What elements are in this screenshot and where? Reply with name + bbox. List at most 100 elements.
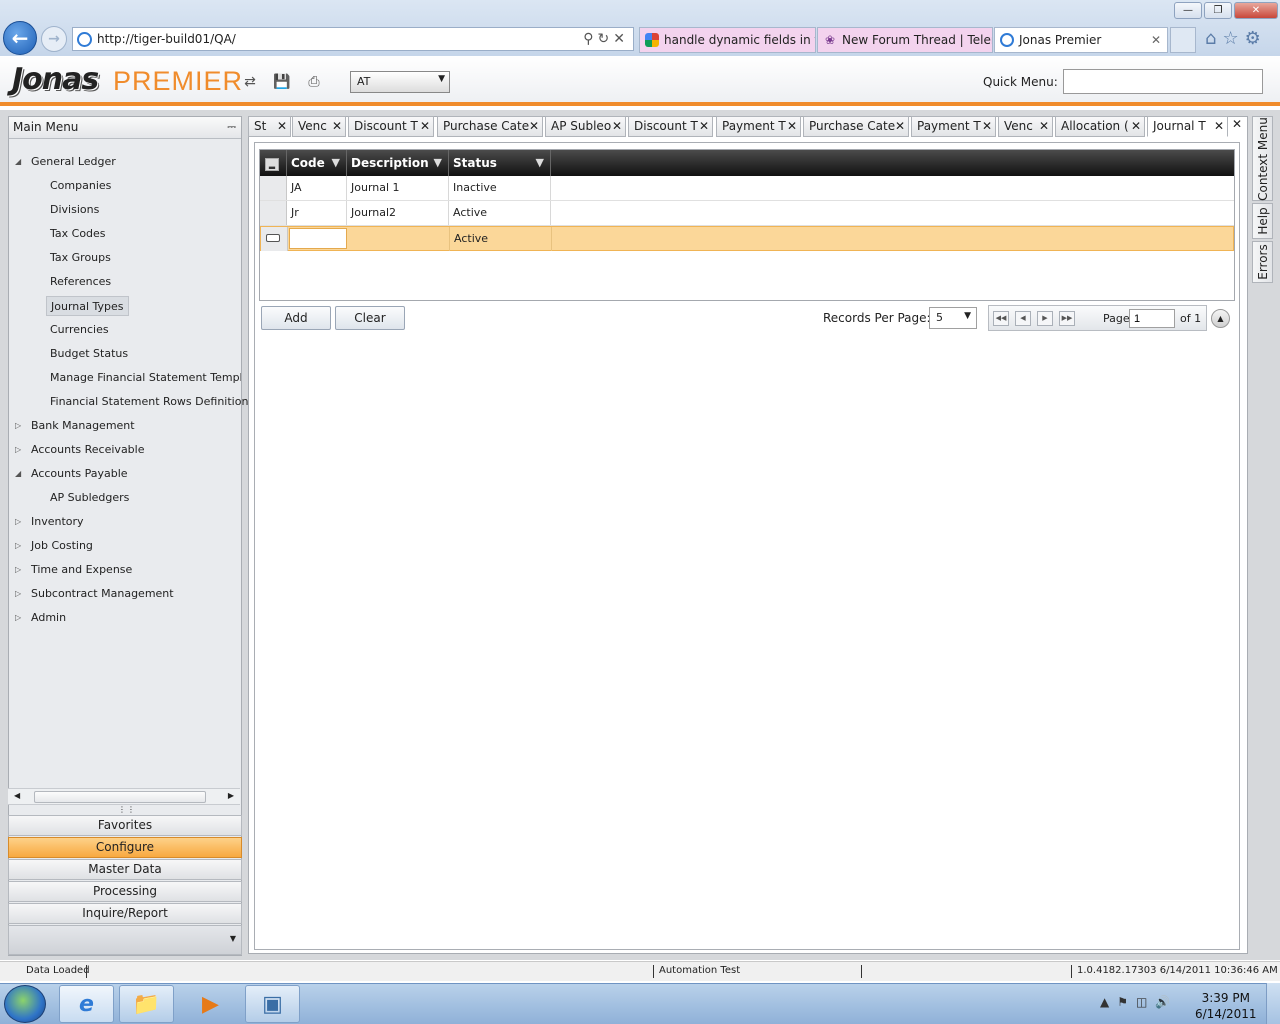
scroll-right-icon[interactable]: ▶	[228, 791, 234, 800]
content-tab-journal-types[interactable]: Journal T ✕	[1147, 116, 1228, 137]
grid-header-selector[interactable]: ▂	[260, 150, 287, 176]
cell-status[interactable]: Active	[449, 201, 551, 225]
column-header-status[interactable]: Status ▼	[449, 150, 551, 176]
splitter-grip-icon[interactable]: ⋮⋮	[118, 805, 136, 814]
home-icon[interactable]: ⌂	[1205, 28, 1222, 49]
expand-triangle-icon[interactable]: ▷	[15, 560, 21, 580]
tree-item-time-and-expense[interactable]: ▷ Time and Expense	[15, 560, 132, 580]
tree-item-accounts-payable[interactable]: ◢ Accounts Payable	[15, 464, 128, 484]
taskbar-explorer[interactable]: 📁	[119, 985, 174, 1023]
content-tab-9[interactable]: Payment T ✕	[911, 116, 996, 137]
restore-button[interactable]: ❐	[1204, 2, 1232, 19]
tree-item-references[interactable]: References	[46, 272, 115, 292]
menu-horizontal-scrollbar[interactable]: ◀ ▶	[8, 788, 240, 805]
refresh-icon[interactable]: ↻	[598, 31, 614, 47]
expand-triangle-icon[interactable]: ▷	[15, 512, 21, 532]
start-button[interactable]	[4, 985, 46, 1023]
nav-section-configure[interactable]: Configure	[8, 837, 242, 858]
add-button[interactable]: Add	[261, 306, 331, 330]
side-tab-context-menu[interactable]: Context Menu	[1252, 116, 1273, 201]
browser-tab-1[interactable]: handle dynamic fields in t...	[639, 27, 816, 53]
cell-description[interactable]: Journal2	[347, 201, 449, 225]
action-center-icon[interactable]: ⚑	[1117, 995, 1136, 1009]
company-select[interactable]: AT ▼	[350, 71, 450, 93]
expand-triangle-icon[interactable]: ▷	[15, 416, 21, 436]
tree-item-inventory[interactable]: ▷ Inventory	[15, 512, 84, 532]
cell-status[interactable]: Inactive	[449, 176, 551, 200]
close-all-tabs-icon[interactable]: ✕	[1232, 117, 1242, 131]
first-page-icon[interactable]: ◀◀	[993, 311, 1009, 326]
filter-icon[interactable]: ▼	[434, 150, 442, 176]
close-icon[interactable]: ✕	[420, 117, 430, 136]
tree-item-accounts-receivable[interactable]: ▷ Accounts Receivable	[15, 440, 145, 460]
scrollbar-thumb[interactable]	[34, 791, 206, 803]
expand-triangle-icon[interactable]: ▷	[15, 584, 21, 604]
nav-overflow-bar[interactable]: ▼	[8, 925, 242, 955]
forward-button[interactable]: →	[41, 26, 67, 52]
next-page-icon[interactable]: ▶	[1037, 311, 1053, 326]
expand-triangle-icon[interactable]: ▷	[15, 440, 21, 460]
row-selector[interactable]	[260, 201, 287, 225]
nav-section-inquire-report[interactable]: Inquire/Report	[8, 903, 242, 924]
tree-item-tax-codes[interactable]: Tax Codes	[46, 224, 110, 244]
tree-item-subcontract-management[interactable]: ▷ Subcontract Management	[15, 584, 174, 604]
last-page-icon[interactable]: ▶▶	[1059, 311, 1075, 326]
content-tab-2[interactable]: Venc ✕	[292, 116, 346, 137]
collapse-triangle-icon[interactable]: ◢	[15, 464, 21, 484]
side-tab-help[interactable]: Help	[1252, 203, 1273, 239]
cell-description[interactable]: Journal 1	[347, 176, 449, 200]
records-per-page-select[interactable]: 5 ▼	[929, 307, 977, 329]
search-icon[interactable]: ⚲	[583, 31, 597, 47]
new-code-input[interactable]	[289, 228, 347, 249]
content-tab-4[interactable]: Purchase Cate ✕	[437, 116, 543, 137]
page-number-input[interactable]	[1129, 309, 1175, 328]
nav-section-favorites[interactable]: Favorites	[8, 815, 242, 836]
gear-icon[interactable]: ⚙	[1245, 28, 1267, 49]
volume-icon[interactable]: 🔊	[1155, 995, 1178, 1009]
taskbar-clock[interactable]: 3:39 PM 6/14/2011	[1195, 990, 1257, 1022]
table-row[interactable]: JA Journal 1 Inactive	[260, 176, 1234, 201]
show-desktop-button[interactable]	[1266, 983, 1280, 1024]
filter-icon[interactable]: ▼	[536, 150, 544, 176]
tray-expand-icon[interactable]: ▲	[1100, 995, 1117, 1009]
content-tab-8[interactable]: Purchase Cate ✕	[803, 116, 909, 137]
prev-page-icon[interactable]: ◀	[1015, 311, 1031, 326]
expand-triangle-icon[interactable]: ▷	[15, 608, 21, 628]
collapse-triangle-icon[interactable]: ◢	[15, 152, 21, 172]
print-icon[interactable]: ⎙	[305, 74, 323, 92]
taskbar-screenshot[interactable]: ▣	[245, 985, 300, 1023]
address-bar[interactable]: http://tiger-build01/QA/ ⚲↻✕	[72, 27, 634, 51]
tree-item-bank-management[interactable]: ▷ Bank Management	[15, 416, 135, 436]
address-tools[interactable]: ⚲↻✕	[583, 31, 629, 47]
tree-item-job-costing[interactable]: ▷ Job Costing	[15, 536, 93, 556]
nav-section-master-data[interactable]: Master Data	[8, 859, 242, 880]
refresh-icon[interactable]: ⇄	[241, 74, 259, 92]
content-tab-5[interactable]: AP Subleο ✕	[545, 116, 626, 137]
tree-item-tax-groups[interactable]: Tax Groups	[46, 248, 115, 268]
browser-tab-active[interactable]: Jonas Premier ✕	[994, 27, 1168, 53]
network-icon[interactable]: ◫	[1136, 995, 1155, 1009]
scroll-left-icon[interactable]: ◀	[14, 791, 20, 800]
tree-item-ap-subledgers[interactable]: AP Subledgers	[46, 488, 133, 508]
column-header-description[interactable]: Description ▼	[347, 150, 449, 176]
pin-icon[interactable]: ⎓	[227, 120, 236, 134]
clear-button[interactable]: Clear	[335, 306, 405, 330]
tree-item-manage-fs-template[interactable]: Manage Financial Statement Template	[46, 368, 241, 388]
cell-code[interactable]: JA	[287, 176, 347, 200]
close-icon[interactable]: ✕	[1039, 117, 1049, 136]
close-icon[interactable]: ✕	[1131, 117, 1141, 136]
close-button[interactable]: ✕	[1234, 2, 1278, 19]
tree-item-journal-types[interactable]: Journal Types	[46, 296, 129, 316]
tree-item-companies[interactable]: Companies	[46, 176, 115, 196]
quick-menu-input[interactable]	[1063, 69, 1263, 94]
close-icon[interactable]: ✕	[332, 117, 342, 136]
side-tab-errors[interactable]: Errors	[1252, 241, 1273, 283]
save-icon[interactable]: 💾	[273, 74, 291, 92]
tree-item-budget-status[interactable]: Budget Status	[46, 344, 132, 364]
close-icon[interactable]: ✕	[612, 117, 622, 136]
close-icon[interactable]: ✕	[699, 117, 709, 136]
browser-tab-2[interactable]: ❀ New Forum Thread | Telerik	[817, 27, 993, 53]
table-row-new[interactable]: Active	[260, 226, 1234, 251]
new-tab-button[interactable]	[1170, 27, 1196, 53]
close-icon[interactable]: ✕	[277, 117, 287, 136]
